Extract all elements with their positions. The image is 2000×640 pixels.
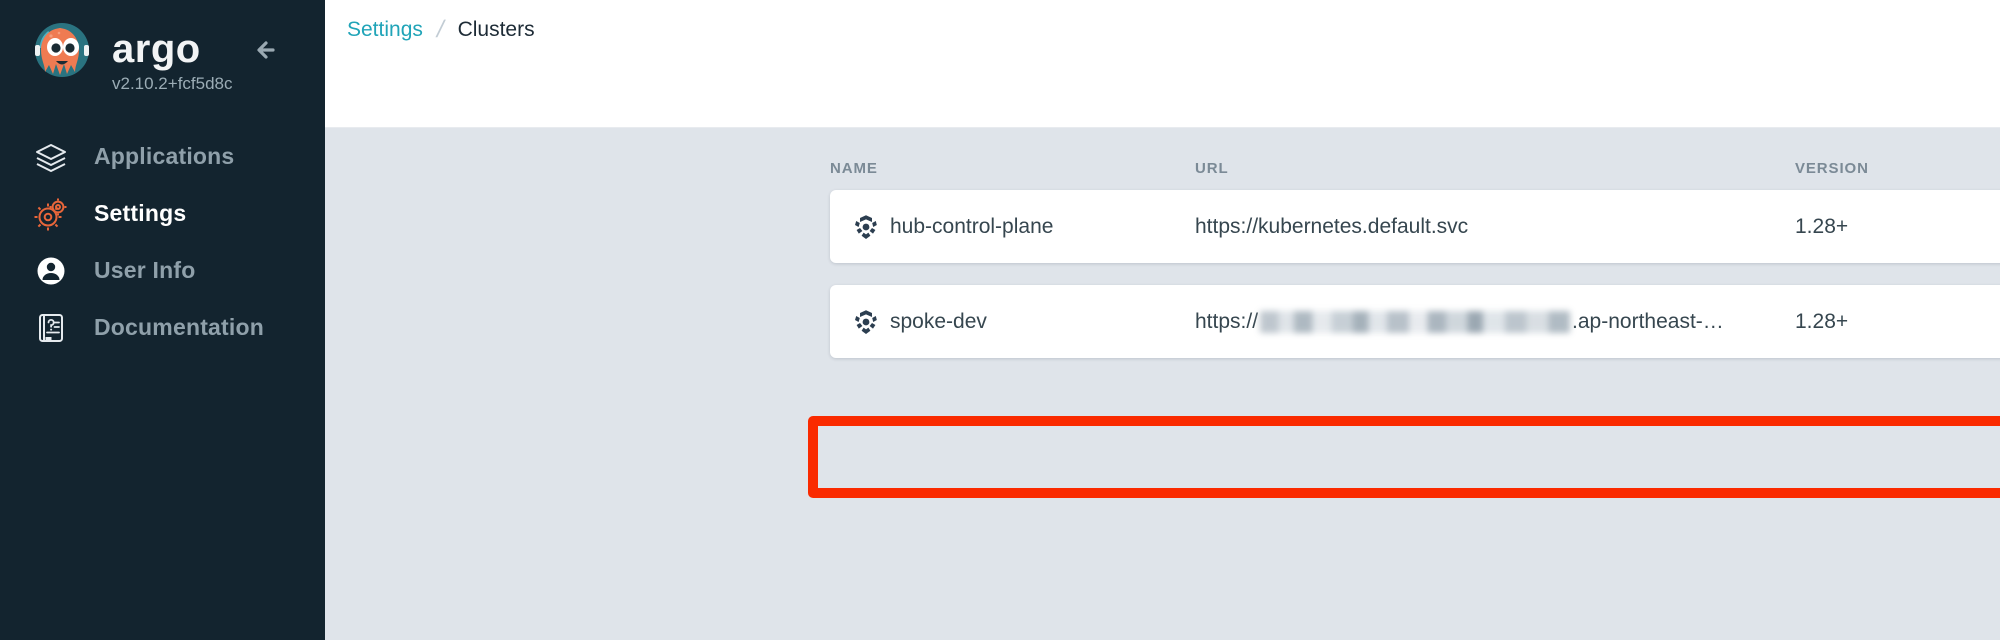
- sidebar-item-label: Applications: [94, 143, 235, 169]
- table-row[interactable]: spoke-dev https:// .ap-northeast-… 1.28+: [830, 285, 2000, 358]
- topbar: Settings / Clusters: [325, 0, 2000, 128]
- sidebar-item-documentation[interactable]: Documentation: [0, 299, 325, 356]
- breadcrumb-settings-link[interactable]: Settings: [347, 18, 423, 42]
- sidebar-nav: Applications Settings User Info Document…: [0, 128, 325, 356]
- breadcrumb-current: Clusters: [457, 18, 535, 41]
- url-prefix: https://: [1195, 309, 1259, 333]
- cell-name: spoke-dev: [830, 308, 1195, 336]
- breadcrumb: Settings / Clusters: [325, 0, 2000, 46]
- cell-url: https:// .ap-northeast-…: [1195, 310, 1795, 334]
- layers-icon: [28, 139, 74, 175]
- main-content: Settings / Clusters NAME URL VERSION CON…: [325, 0, 2000, 640]
- kubernetes-cluster-icon: [852, 213, 880, 241]
- sidebar-item-label: User Info: [94, 257, 196, 283]
- column-header-name: NAME: [830, 159, 878, 177]
- redacted-url-segment: [1260, 310, 1571, 333]
- sidebar: argo v2.10.2+fcf5d8c Applications Settin…: [0, 0, 325, 640]
- argo-octopus-logo: [26, 18, 98, 90]
- sidebar-item-applications[interactable]: Applications: [0, 128, 325, 185]
- cell-name: hub-control-plane: [830, 213, 1195, 241]
- annotation-highlight-box: [808, 416, 2000, 498]
- arrow-left-icon[interactable]: [247, 30, 287, 70]
- sidebar-item-label: Documentation: [94, 314, 264, 340]
- kubernetes-cluster-icon: [852, 308, 880, 336]
- table-header-row: NAME URL VERSION CONNECTION STATUS: [325, 146, 2000, 190]
- clusters-table: NAME URL VERSION CONNECTION STATUS: [325, 146, 2000, 498]
- cluster-name: hub-control-plane: [890, 214, 1054, 238]
- sidebar-item-label: Settings: [94, 200, 187, 226]
- brand-version: v2.10.2+fcf5d8c: [112, 74, 233, 93]
- brand-name: argo: [112, 27, 201, 71]
- brand-header: argo v2.10.2+fcf5d8c: [0, 0, 325, 110]
- column-header-url: URL: [1195, 159, 1229, 177]
- breadcrumb-separator: /: [434, 16, 447, 43]
- user-circle-icon: [28, 253, 74, 289]
- cell-version: 1.28+: [1795, 309, 1849, 333]
- sidebar-item-user-info[interactable]: User Info: [0, 242, 325, 299]
- book-question-icon: [28, 310, 74, 346]
- cell-version: 1.28+: [1795, 214, 1849, 238]
- table-row[interactable]: hub-control-plane https://kubernetes.def…: [830, 190, 2000, 263]
- table-body: hub-control-plane https://kubernetes.def…: [325, 190, 2000, 358]
- argocd-clusters-page: argo v2.10.2+fcf5d8c Applications Settin…: [0, 0, 2000, 640]
- brand-text: argo v2.10.2+fcf5d8c: [112, 18, 233, 96]
- cluster-name: spoke-dev: [890, 309, 987, 333]
- cell-url: https://kubernetes.default.svc: [1195, 214, 1469, 238]
- sidebar-item-settings[interactable]: Settings: [0, 185, 325, 242]
- column-header-version: VERSION: [1795, 159, 1869, 177]
- gears-icon: [28, 196, 74, 232]
- url-suffix: .ap-northeast-…: [1572, 309, 1724, 333]
